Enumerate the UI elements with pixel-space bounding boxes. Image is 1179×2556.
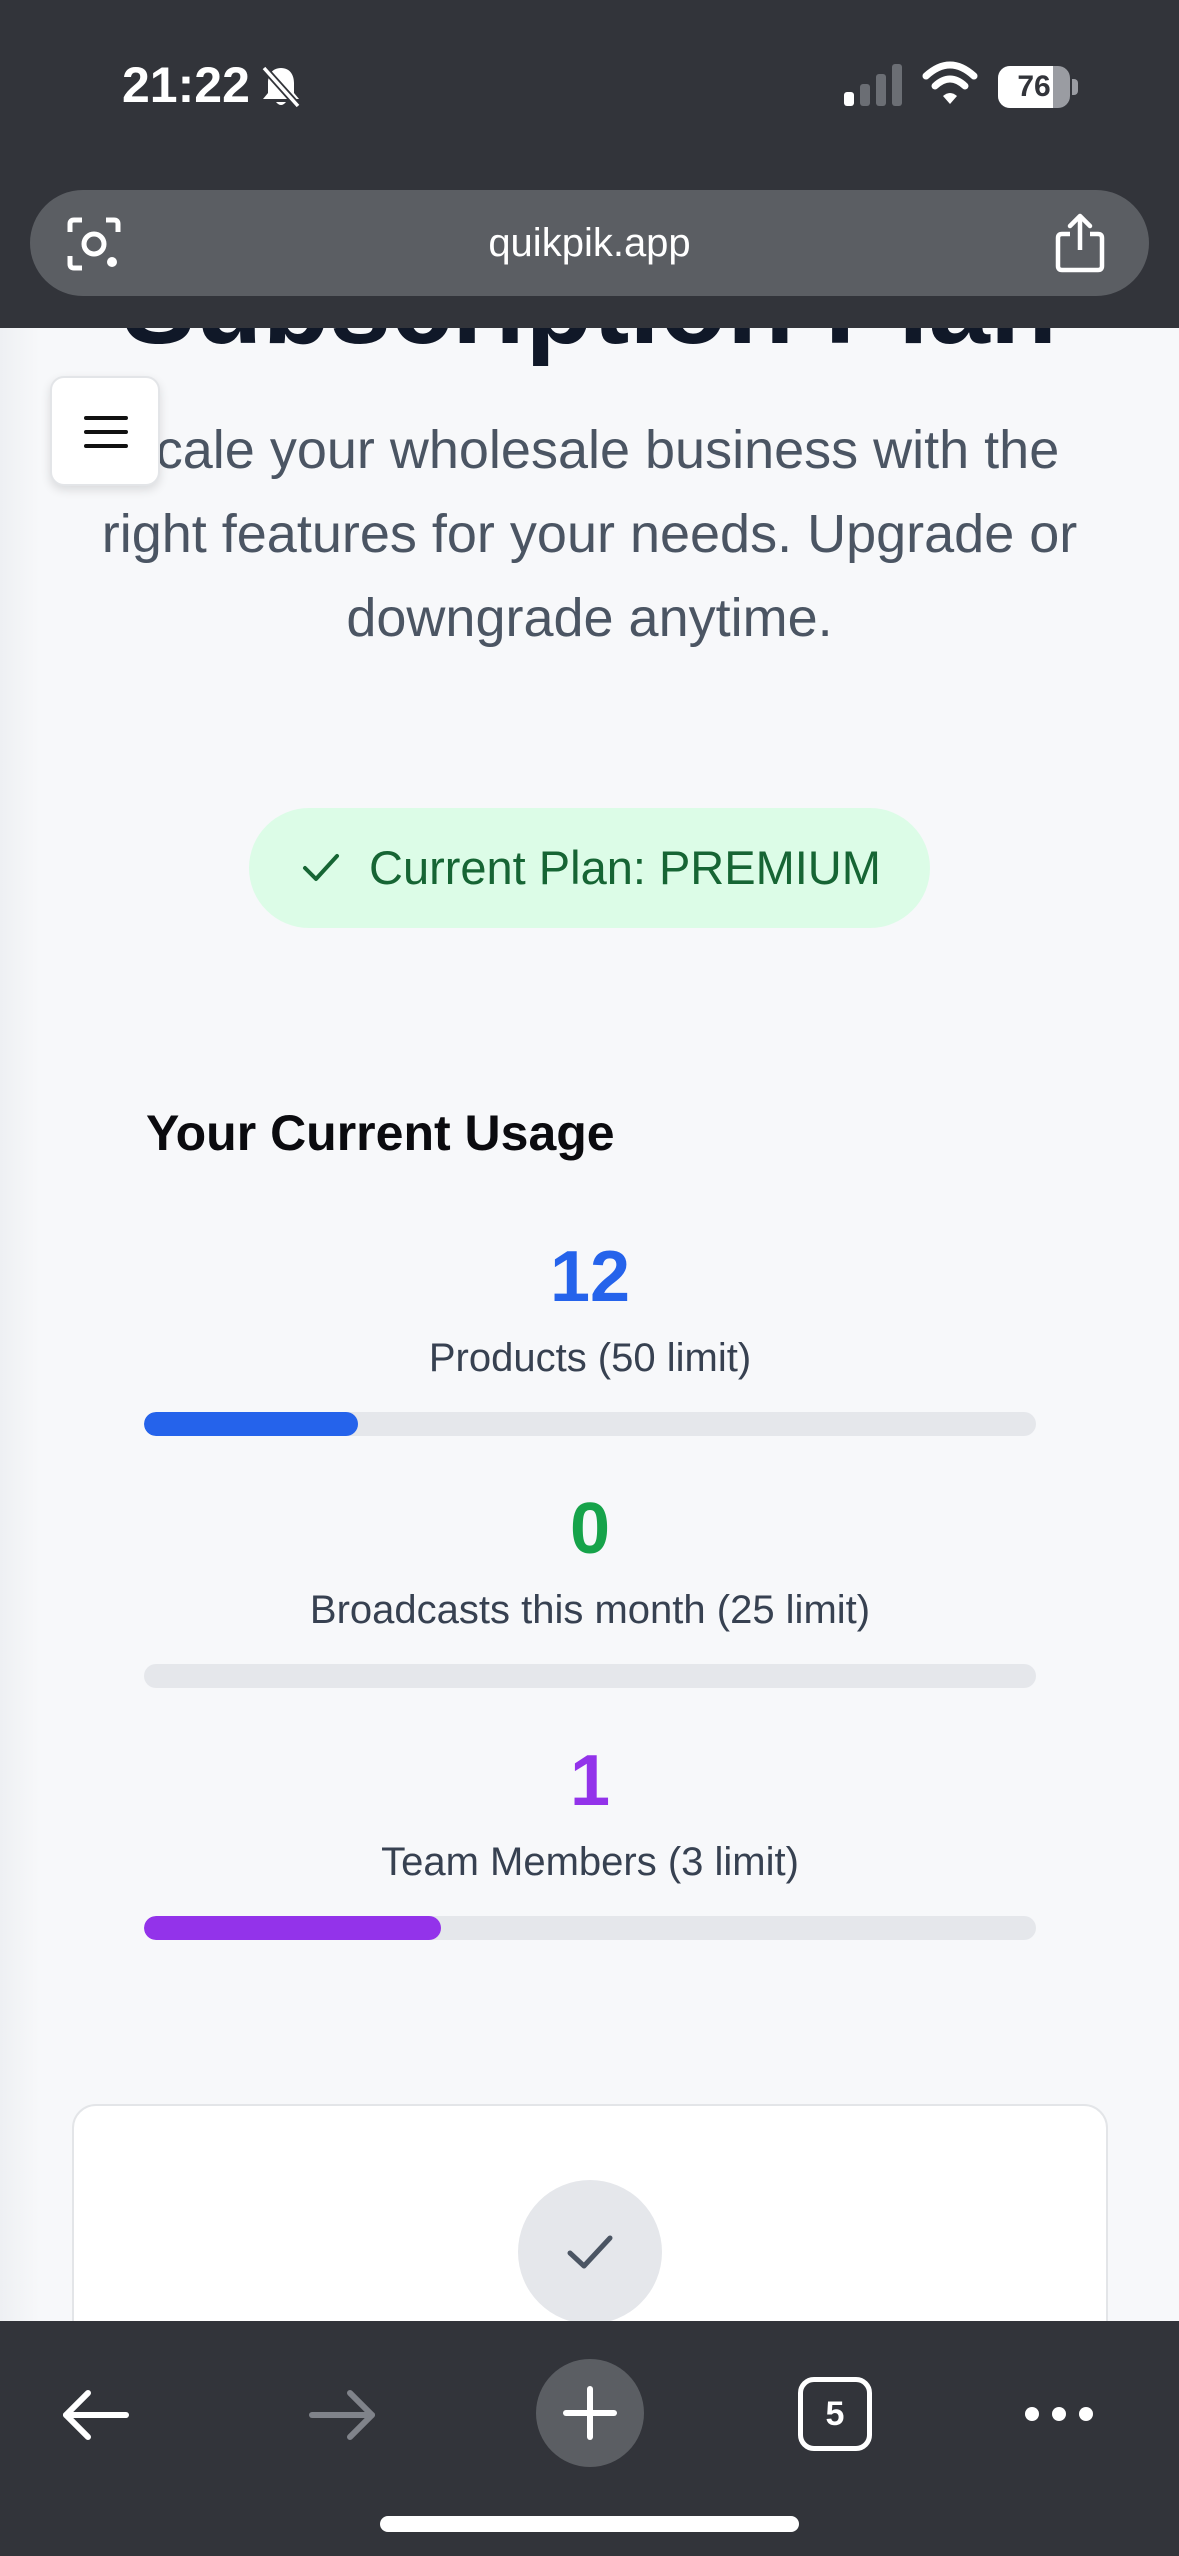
status-time: 21:22 xyxy=(122,57,250,113)
usage-progress-track xyxy=(144,1916,1036,1940)
battery-icon: 76 xyxy=(998,66,1078,108)
page-title: Subscription Plan xyxy=(0,328,1179,369)
browser-top-chrome: 21:22 76 quikpik.app xyxy=(0,0,1179,328)
usage-progress-track xyxy=(144,1412,1036,1436)
usage-progress-fill xyxy=(144,1412,359,1436)
menu-button[interactable] xyxy=(50,376,160,486)
check-icon xyxy=(303,854,339,881)
url-bar[interactable]: quikpik.app xyxy=(30,190,1149,296)
page-content: Subscription Plan Scale your wholesale b… xyxy=(0,328,1179,2321)
bell-slash-icon xyxy=(261,65,301,109)
lens-icon[interactable] xyxy=(64,214,124,274)
hamburger-menu-icon xyxy=(84,416,128,448)
usage-heading: Your Current Usage xyxy=(146,1105,615,1161)
more-icon[interactable] xyxy=(1022,2399,1096,2429)
home-indicator xyxy=(380,2516,799,2532)
usage-value: 12 xyxy=(549,1237,631,1317)
wifi-icon xyxy=(922,61,978,104)
usage-label: Products (50 limit) xyxy=(428,1336,752,1380)
usage-label: Team Members (3 limit) xyxy=(381,1840,799,1884)
usage-label: Broadcasts this month (25 limit) xyxy=(309,1588,871,1632)
usage-value: 0 xyxy=(569,1489,611,1569)
current-plan-badge: Current Plan: PREMIUM xyxy=(249,808,930,928)
current-plan-text: Current Plan: PREMIUM xyxy=(369,841,881,894)
back-icon[interactable] xyxy=(58,2383,132,2447)
plan-card-check-circle xyxy=(518,2180,662,2321)
usage-progress-fill xyxy=(144,1916,442,1940)
check-icon xyxy=(567,2235,613,2269)
cellular-signal-icon xyxy=(844,64,902,106)
forward-icon[interactable] xyxy=(306,2383,380,2447)
page-subtitle: Scale your wholesale business with the r… xyxy=(101,420,1078,648)
new-tab-button[interactable] xyxy=(536,2359,644,2467)
usage-progress-track xyxy=(144,1664,1036,1688)
battery-level: 76 xyxy=(1017,70,1051,103)
share-icon[interactable] xyxy=(1048,210,1112,274)
battery-body: 76 xyxy=(998,66,1070,108)
plan-card[interactable] xyxy=(72,2104,1108,2321)
tabs-button[interactable]: 5 xyxy=(798,2377,872,2451)
usage-value: 1 xyxy=(569,1741,611,1821)
tabs-count: 5 xyxy=(825,2395,845,2433)
battery-nub xyxy=(1072,79,1078,95)
url-text[interactable]: quikpik.app xyxy=(30,190,1149,296)
plus-icon xyxy=(563,2386,617,2440)
